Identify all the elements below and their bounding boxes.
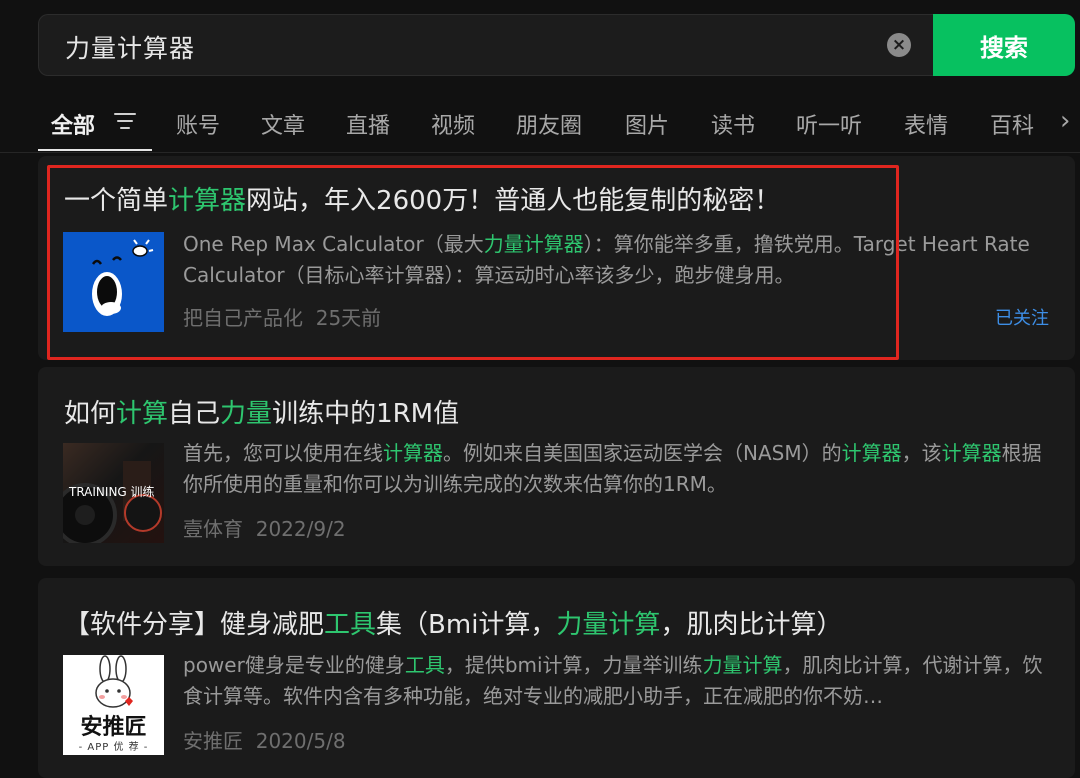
tab-listen[interactable]: 听一听 bbox=[796, 108, 862, 140]
followed-badge[interactable]: 已关注 bbox=[995, 304, 1049, 330]
thumbnail-subtitle: - APP 优 荐 - bbox=[78, 742, 149, 753]
tab-encyclopedia[interactable]: 百科 bbox=[990, 108, 1034, 140]
thumbnail-caption: TRAINING 训练 bbox=[69, 485, 155, 499]
search-button[interactable]: 搜索 bbox=[933, 14, 1075, 76]
result-title[interactable]: 【软件分享】健身减肥工具集（Bmi计算，力量计算，肌肉比计算） bbox=[64, 604, 842, 641]
annotation-highlight-box bbox=[47, 165, 899, 360]
search-query-text: 力量计算器 bbox=[65, 34, 196, 63]
tab-accounts[interactable]: 账号 bbox=[176, 108, 220, 140]
close-circle-icon[interactable]: × bbox=[887, 33, 911, 57]
tab-all[interactable]: 全部 bbox=[51, 108, 95, 140]
tab-live[interactable]: 直播 bbox=[346, 108, 390, 140]
result-meta: 壹体育 2022/9/2 bbox=[183, 513, 346, 542]
result-thumbnail: TRAINING 训练 bbox=[63, 443, 164, 543]
search-input[interactable]: 力量计算器 × bbox=[38, 14, 933, 76]
result-thumbnail: 安推匠 - APP 优 荐 - bbox=[63, 655, 164, 755]
result-meta: 安推匠 2020/5/8 bbox=[183, 725, 346, 754]
tab-articles[interactable]: 文章 bbox=[261, 108, 305, 140]
tab-videos[interactable]: 视频 bbox=[431, 108, 475, 140]
result-date: 2022/9/2 bbox=[255, 517, 346, 541]
tab-moments[interactable]: 朋友圈 bbox=[516, 108, 582, 140]
tab-books[interactable]: 读书 bbox=[711, 108, 755, 140]
result-source: 壹体育 bbox=[183, 517, 243, 541]
result-source: 安推匠 bbox=[183, 729, 243, 753]
tab-images[interactable]: 图片 bbox=[625, 108, 669, 140]
tab-stickers[interactable]: 表情 bbox=[904, 108, 948, 140]
result-card-3[interactable]: 【软件分享】健身减肥工具集（Bmi计算，力量计算，肌肉比计算） 安推匠 - AP… bbox=[38, 578, 1075, 778]
result-description: power健身是专业的健身工具，提供bmi计算，力量举训练力量计算，肌肉比计算，… bbox=[183, 653, 1043, 708]
active-tab-indicator bbox=[38, 149, 152, 151]
filter-icon[interactable] bbox=[114, 112, 136, 132]
chevron-right-icon[interactable]: › bbox=[1060, 106, 1070, 136]
result-date: 2020/5/8 bbox=[255, 729, 346, 753]
result-description: 首先，您可以使用在线计算器。例如来自美国国家运动医学会（NASM）的计算器，该计… bbox=[183, 441, 1042, 496]
result-card-2[interactable]: 如何计算自己力量训练中的1RM值 TRAINING 训练 首先，您可以使用在线计… bbox=[38, 367, 1075, 566]
result-title[interactable]: 如何计算自己力量训练中的1RM值 bbox=[64, 393, 459, 430]
thumbnail-logo-text: 安推匠 bbox=[80, 714, 147, 740]
category-tabs: 全部 账号 文章 直播 视频 朋友圈 图片 读书 听一听 表情 百科 › bbox=[0, 96, 1080, 153]
